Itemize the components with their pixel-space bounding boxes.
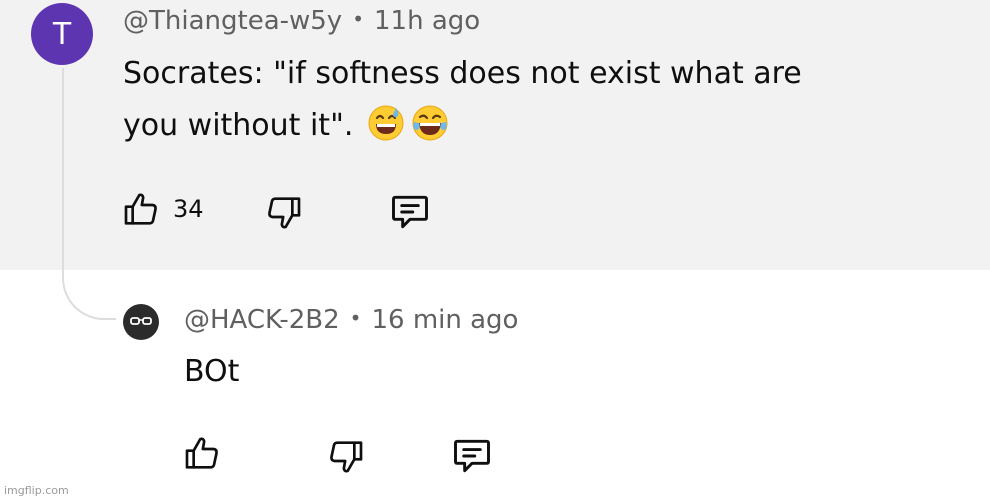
comment-timestamp[interactable]: 16 min ago (371, 305, 518, 335)
thumbs-up-icon (121, 193, 161, 234)
avatar-letter: T (52, 16, 72, 52)
reply-comment-icon (450, 439, 494, 482)
comment-meta: @Thiangtea-w5y • 11h ago (123, 6, 480, 36)
author-handle[interactable]: @Thiangtea-w5y (123, 6, 342, 36)
reply-comment-icon (388, 195, 432, 238)
comment-timestamp[interactable]: 11h ago (374, 6, 480, 36)
like-button[interactable] (182, 434, 222, 478)
thumbs-down-icon (326, 441, 366, 480)
watermark: imgflip.com (4, 484, 69, 497)
reply-button[interactable] (450, 434, 494, 482)
glasses-avatar-icon (123, 317, 159, 340)
comment-text-line: you without it". (123, 100, 802, 152)
comment-text-line: Socrates: "if softness does not exist wh… (123, 56, 802, 91)
like-count: 34 (173, 195, 204, 223)
meta-separator: • (349, 306, 362, 330)
comment-text: Socrates: "if softness does not exist wh… (123, 48, 802, 152)
author-handle[interactable]: @HACK-2B2 (184, 305, 340, 335)
face-with-tears-of-joy-emoji (411, 104, 449, 142)
avatar[interactable] (123, 304, 159, 340)
grinning-face-with-sweat-emoji (367, 104, 405, 142)
avatar[interactable]: T (31, 3, 93, 65)
comment-text-fragment: you without it". (123, 108, 354, 143)
comment-text: BOt (184, 354, 240, 389)
thumbs-up-icon (182, 437, 222, 478)
like-button[interactable] (121, 190, 161, 234)
thumbs-down-icon (264, 197, 304, 236)
meta-separator: • (352, 7, 364, 31)
dislike-button[interactable] (326, 436, 366, 480)
reply-thread-line (62, 68, 116, 320)
dislike-button[interactable] (264, 192, 304, 236)
comment-meta: @HACK-2B2 • 16 min ago (184, 305, 518, 335)
reply-button[interactable] (388, 190, 432, 238)
